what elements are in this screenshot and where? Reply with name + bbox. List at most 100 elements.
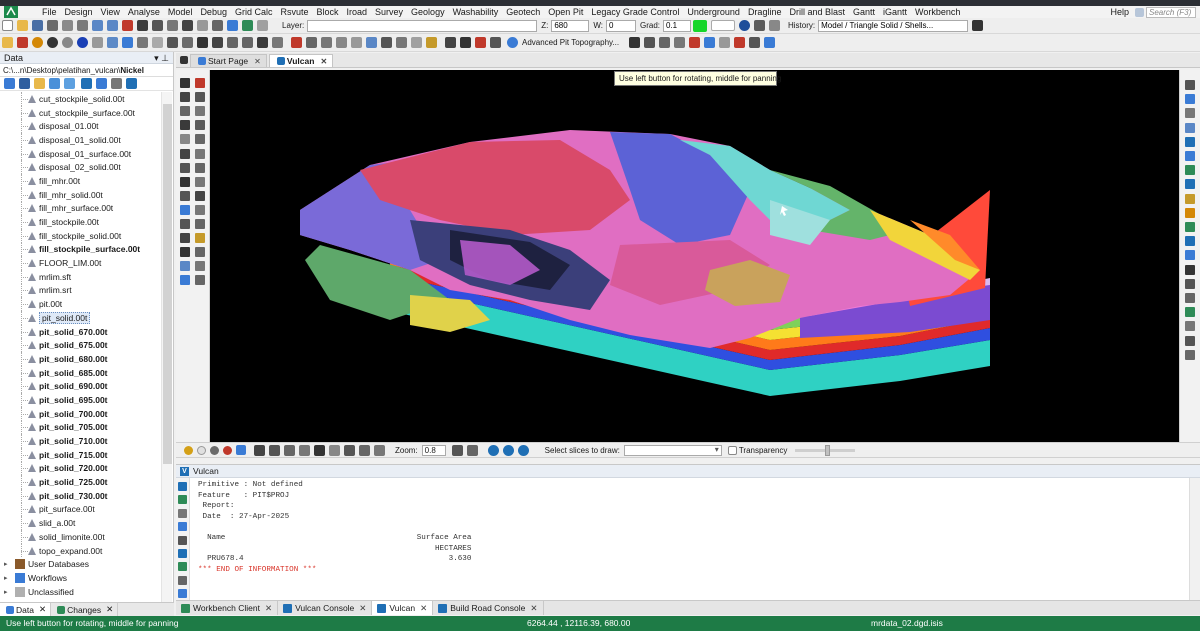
menu-view[interactable]: View (97, 6, 124, 18)
columns-icon[interactable] (719, 37, 731, 48)
sphere-icon[interactable] (122, 37, 133, 48)
view-tool-icon[interactable] (1185, 321, 1195, 332)
bars-icon[interactable] (734, 37, 746, 48)
mirror-icon[interactable] (195, 204, 205, 215)
grad-input[interactable] (663, 19, 691, 32)
edit-point-icon[interactable] (306, 37, 317, 48)
lines-icon[interactable] (167, 37, 178, 48)
offset-icon[interactable] (195, 134, 205, 145)
close-red-icon[interactable] (195, 78, 205, 88)
menu-rsvute[interactable]: Rsvute (276, 6, 312, 18)
tree-group[interactable]: ▸ Unclassified (0, 585, 160, 599)
select-icon[interactable] (137, 20, 148, 31)
file-tree-item[interactable]: fill_stockpile.00t (0, 215, 160, 229)
insert-point-icon[interactable] (321, 37, 332, 48)
select-icon[interactable] (180, 78, 190, 88)
view-tool-icon[interactable] (1185, 122, 1195, 133)
file-tree-item[interactable]: pit_solid_705.00t (0, 420, 160, 435)
expand-icon[interactable]: ▸ (4, 574, 12, 582)
red-ball-icon[interactable] (223, 445, 232, 455)
triangle-icon[interactable] (426, 37, 437, 48)
file-tree-item[interactable]: solid_limonite.00t (0, 530, 160, 544)
expand-icon[interactable]: ▸ (4, 560, 12, 568)
file-tree-item[interactable]: slid_a.00t (0, 516, 160, 530)
view-list-icon[interactable] (49, 78, 60, 89)
file-tree-item[interactable]: pit_solid_670.00t (0, 324, 160, 339)
menu-legacy-grade-control[interactable]: Legacy Grade Control (587, 6, 683, 18)
measure-icon[interactable] (212, 20, 223, 31)
yellow-ball-icon[interactable] (184, 445, 193, 455)
menu-block[interactable]: Block (313, 6, 343, 18)
rotate-icon[interactable] (195, 120, 205, 131)
zoom-input[interactable]: 0.8 (421, 444, 446, 456)
view-tool-icon[interactable] (1185, 293, 1195, 303)
console-tool-icon[interactable] (178, 549, 187, 558)
history-dropdown[interactable] (818, 19, 969, 32)
menu-survey[interactable]: Survey (371, 6, 407, 18)
menu-model[interactable]: Model (164, 6, 197, 18)
pit-topography-icon[interactable] (507, 37, 518, 48)
black-ball-icon[interactable] (47, 37, 58, 48)
console-tool-icon[interactable] (178, 562, 187, 572)
arc-icon[interactable] (180, 162, 190, 173)
transparency-slider[interactable] (795, 444, 856, 456)
file-tree-item[interactable]: pit_solid_700.00t (0, 406, 160, 421)
grad-value-box[interactable] (711, 20, 735, 31)
split-icon[interactable] (381, 37, 392, 48)
expand-icon[interactable]: ▸ (4, 588, 12, 596)
rotate-left-icon[interactable] (487, 444, 499, 456)
grid-icon[interactable] (197, 20, 208, 31)
white-ball-icon[interactable] (197, 445, 206, 455)
trim-icon[interactable] (195, 148, 205, 159)
fork-icon[interactable] (344, 444, 355, 456)
home-icon[interactable] (4, 78, 15, 89)
delete-point-icon[interactable] (351, 37, 362, 48)
console-tool-icon[interactable] (178, 508, 187, 518)
file-tree-item[interactable]: cut_stockpile_solid.00t (0, 92, 160, 106)
view-tool-icon[interactable] (1185, 335, 1195, 346)
file-tree-item[interactable]: pit_solid_690.00t (0, 379, 160, 393)
file-tree-item[interactable]: pit_solid.00t (0, 311, 160, 325)
line-icon[interactable] (180, 106, 190, 117)
settings-gear-icon[interactable] (126, 78, 137, 89)
view-tool-icon[interactable] (1185, 222, 1195, 232)
globe-icon[interactable] (764, 37, 776, 48)
folder-icon[interactable] (34, 78, 45, 89)
close-icon[interactable]: ✕ (530, 603, 537, 614)
cube-icon[interactable] (107, 37, 118, 48)
stretch-icon[interactable] (195, 106, 205, 117)
view-tool-icon[interactable] (1185, 151, 1195, 161)
yellow-ball-icon[interactable] (32, 37, 43, 48)
console-tool-icon[interactable] (178, 495, 187, 505)
file-tree-item[interactable]: fill_mhr_surface.00t (0, 201, 160, 216)
menu-iroad[interactable]: Iroad (343, 6, 372, 18)
blue-ball-icon[interactable] (77, 37, 88, 48)
zoom-in-icon[interactable] (227, 37, 238, 48)
file-tree-item[interactable]: fill_stockpile_solid.00t (0, 228, 160, 243)
tab-menu-icon[interactable] (180, 56, 188, 64)
file-tree-item[interactable]: mrlim.sft (0, 269, 160, 284)
scissors-icon[interactable] (629, 37, 641, 48)
file-tree-item[interactable]: cut_stockpile_surface.00t (0, 105, 160, 120)
undo-icon[interactable] (92, 20, 103, 31)
array-icon[interactable] (195, 190, 205, 201)
view-tool-icon[interactable] (1185, 80, 1195, 90)
console-tool-icon[interactable] (178, 522, 187, 532)
tab-workbench-client[interactable]: Workbench Client ✕ (176, 601, 279, 615)
close-poly-icon[interactable] (411, 37, 422, 48)
move-icon[interactable] (254, 444, 265, 456)
wire-icon[interactable] (137, 37, 148, 48)
file-tree-item[interactable]: fill_mhr.00t (0, 174, 160, 188)
attributes-icon[interactable] (257, 20, 268, 31)
file-tree-item[interactable]: fill_stockpile_surface.00t (0, 242, 160, 257)
ruler2-icon[interactable] (749, 37, 761, 48)
transparency-checkbox[interactable] (727, 445, 737, 455)
refresh-icon[interactable] (272, 37, 283, 48)
cursor-icon[interactable] (236, 445, 246, 455)
z-input[interactable] (551, 19, 590, 32)
vertex-icon[interactable] (659, 37, 671, 48)
history-go-icon[interactable] (972, 20, 984, 31)
file-tree-item[interactable]: pit_solid_715.00t (0, 447, 160, 462)
note-icon[interactable] (180, 261, 190, 272)
close-icon[interactable]: ✕ (320, 57, 327, 66)
